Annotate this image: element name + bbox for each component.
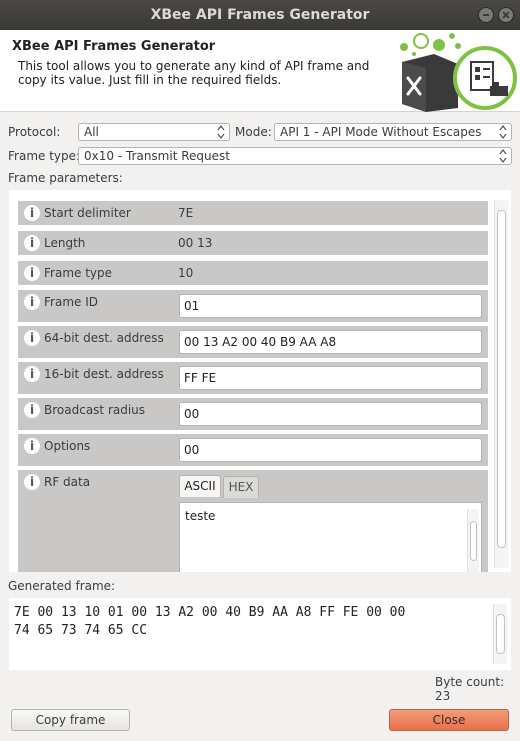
param-row-start-delimiter: i Start delimiter 7E	[18, 201, 488, 225]
dest64-input[interactable]: 00 13 A2 00 40 B9 AA A8	[179, 330, 482, 354]
frame-parameters-label: Frame parameters:	[8, 171, 123, 185]
scrollbar-thumb[interactable]	[470, 521, 477, 561]
info-icon[interactable]: i	[24, 366, 40, 382]
frame-type-combo[interactable]: 0x10 - Transmit Request	[78, 147, 512, 165]
info-icon[interactable]: i	[24, 205, 40, 221]
generated-frame-box[interactable]: 7E 00 13 10 01 00 13 A2 00 40 B9 AA A8 F…	[9, 598, 511, 670]
param-row-64bit-address: i 64-bit dest. address 00 13 A2 00 40 B9…	[18, 326, 488, 358]
param-row-options: i Options 00	[18, 434, 488, 466]
info-icon[interactable]: i	[24, 294, 40, 310]
param-value: 10	[178, 266, 194, 280]
minimize-icon[interactable]	[478, 7, 494, 23]
tab-ascii[interactable]: ASCII	[179, 475, 221, 497]
protocol-value: All	[84, 125, 99, 139]
rf-data-scrollbar[interactable]	[467, 509, 479, 572]
close-icon[interactable]	[498, 7, 514, 23]
generated-scrollbar[interactable]	[493, 604, 507, 664]
close-button[interactable]: Close	[389, 709, 509, 731]
header-banner: XBee API Frames Generator This tool allo…	[0, 30, 520, 112]
param-row-16bit-address: i 16-bit dest. address FF FE	[18, 362, 488, 394]
info-icon[interactable]: i	[24, 438, 40, 454]
window-title: XBee API Frames Generator	[150, 7, 370, 23]
spin-arrows-icon	[499, 125, 507, 139]
info-icon[interactable]: i	[24, 235, 40, 251]
param-value: 7E	[178, 206, 194, 220]
info-icon[interactable]: i	[24, 265, 40, 281]
tab-hex[interactable]: HEX	[223, 476, 259, 498]
xbee-logo	[400, 33, 517, 112]
param-name: Frame type	[44, 266, 113, 280]
param-name: Options	[44, 439, 91, 453]
scrollbar-thumb[interactable]	[496, 614, 505, 654]
frame-id-input[interactable]: 01	[179, 294, 482, 318]
param-row-frame-id: i Frame ID 01	[18, 290, 488, 322]
param-row-length: i Length 00 13	[18, 231, 488, 255]
mode-combo[interactable]: API 1 - API Mode Without Escapes	[274, 123, 512, 141]
options-input[interactable]: 00	[179, 438, 482, 462]
generated-frame-text: 7E 00 13 10 01 00 13 A2 00 40 B9 AA A8 F…	[14, 605, 406, 638]
param-name: Start delimiter	[44, 206, 131, 220]
param-row-frame-type: i Frame type 10	[18, 261, 488, 285]
protocol-label: Protocol:	[8, 125, 61, 139]
param-name: RF data	[44, 475, 91, 489]
param-row-broadcast-radius: i Broadcast radius 00	[18, 398, 488, 430]
spin-arrows-icon	[499, 149, 507, 163]
scrollbar-thumb[interactable]	[497, 210, 506, 548]
info-icon[interactable]: i	[24, 402, 40, 418]
byte-count: Byte count: 23	[435, 675, 505, 703]
dest16-input[interactable]: FF FE	[179, 366, 482, 390]
app-window: XBee API Frames Generator XBee API Frame…	[0, 0, 520, 741]
header-description: This tool allows you to generate any kin…	[18, 59, 370, 87]
info-icon[interactable]: i	[24, 330, 40, 346]
frame-type-value: 0x10 - Transmit Request	[84, 149, 230, 163]
header-title: XBee API Frames Generator	[12, 39, 216, 54]
rf-data-text: teste	[185, 509, 216, 523]
rf-data-textarea[interactable]: teste	[179, 502, 482, 572]
broadcast-radius-input[interactable]: 00	[179, 402, 482, 426]
frame-parameters-panel[interactable]: i Start delimiter 7E i Length 00 13 i Fr…	[9, 190, 511, 572]
mode-label: Mode:	[235, 125, 272, 139]
params-scrollbar[interactable]	[494, 200, 508, 568]
protocol-combo[interactable]: All	[78, 123, 230, 141]
mode-value: API 1 - API Mode Without Escapes	[280, 125, 482, 139]
param-name: 64-bit dest. address	[44, 331, 164, 345]
param-name: Frame ID	[44, 295, 98, 309]
copy-frame-button[interactable]: Copy frame	[11, 709, 130, 731]
param-row-rf-data: i RF data ASCII HEX teste	[18, 470, 488, 572]
param-name: Length	[44, 236, 86, 250]
param-value: 00 13	[178, 236, 213, 250]
spin-arrows-icon	[217, 125, 225, 139]
frame-type-label: Frame type:	[8, 149, 81, 163]
generated-frame-label: Generated frame:	[8, 579, 116, 593]
info-icon[interactable]: i	[24, 474, 40, 490]
param-name: 16-bit dest. address	[44, 367, 164, 381]
param-name: Broadcast radius	[44, 403, 146, 417]
titlebar: XBee API Frames Generator	[0, 0, 520, 30]
